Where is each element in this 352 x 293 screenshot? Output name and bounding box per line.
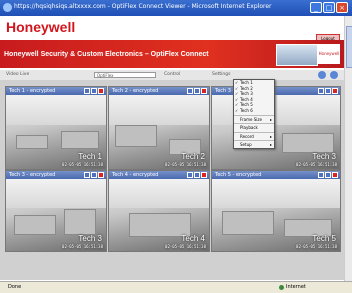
scrollbar-thumb[interactable] xyxy=(346,26,352,68)
camera-timestamp: 02-05-05 16:51:38 xyxy=(62,162,103,167)
camera-tile-2[interactable]: Tech 2 - encrypted Tech 2 02-05-05 16:51… xyxy=(108,86,210,170)
next-arrow-icon[interactable] xyxy=(330,71,338,79)
vertical-scrollbar[interactable] xyxy=(344,16,352,281)
tile-close-icon[interactable] xyxy=(332,172,338,178)
camera-timestamp: 02-05-05 16:51:38 xyxy=(62,244,103,249)
banner-photo xyxy=(276,44,318,66)
menu-divider xyxy=(234,114,274,116)
close-button[interactable]: × xyxy=(336,2,348,13)
camera-timestamp: 02-05-05 16:51:38 xyxy=(296,162,337,167)
menu-item-camera[interactable]: ✓ Tech 6 xyxy=(234,108,274,114)
prev-arrow-icon[interactable] xyxy=(318,71,326,79)
internet-zone-icon xyxy=(279,285,284,290)
tile-minimize-icon[interactable] xyxy=(84,88,90,94)
tile-close-icon[interactable] xyxy=(332,88,338,94)
menu-item-record[interactable]: Record ▸ xyxy=(234,134,274,140)
camera-tile-4[interactable]: Tech 3 - encrypted Tech 3 02-05-05 16:51… xyxy=(5,170,107,252)
window-title: https://hqsiqhsiqs.altxxxx.com - OptiFle… xyxy=(14,3,272,10)
submenu-arrow-icon: ▸ xyxy=(269,142,272,148)
page-title: Honeywell Security & Custom Electronics … xyxy=(4,51,209,58)
site-select[interactable]: OptiFlex xyxy=(94,72,156,78)
camera-feed: Tech 2 02-05-05 16:51:38 xyxy=(109,95,209,169)
camera-name: Tech 2 xyxy=(181,152,205,161)
tile-maximize-icon[interactable] xyxy=(325,88,331,94)
camera-feed: Tech 5 02-05-05 16:51:38 xyxy=(212,179,340,251)
brand-badge: Honeywell xyxy=(318,44,340,64)
tile-maximize-icon[interactable] xyxy=(194,172,200,178)
tile-close-icon[interactable] xyxy=(201,172,207,178)
menu-divider xyxy=(234,140,274,142)
menu-divider xyxy=(234,123,274,125)
viewer-toolbar: Video Live OptiFlex Control Settings xyxy=(0,70,344,80)
camera-name: Tech 3 xyxy=(312,152,336,161)
tile-maximize-icon[interactable] xyxy=(325,172,331,178)
browser-titlebar: https://hqsiqhsiqs.altxxxx.com - OptiFle… xyxy=(0,0,352,16)
camera-tile-6[interactable]: Tech 5 - encrypted Tech 5 02-05-05 16:51… xyxy=(211,170,341,252)
camera-name: Tech 5 xyxy=(312,234,336,243)
toolbar-label-settings[interactable]: Settings xyxy=(212,72,230,77)
toolbar-label-control[interactable]: Control xyxy=(164,72,180,77)
check-icon: ✓ xyxy=(235,107,239,113)
camera-name: Tech 1 xyxy=(78,152,102,161)
honeywell-logo: Honeywell xyxy=(6,19,76,35)
camera-name: Tech 4 xyxy=(181,234,205,243)
tile-minimize-icon[interactable] xyxy=(318,88,324,94)
camera-timestamp: 02-05-05 16:51:38 xyxy=(296,244,337,249)
camera-feed: Tech 3 02-05-05 16:51:38 xyxy=(212,95,340,169)
tile-maximize-icon[interactable] xyxy=(91,88,97,94)
camera-name: Tech 3 xyxy=(78,234,102,243)
camera-feed: Tech 4 02-05-05 16:51:38 xyxy=(109,179,209,251)
menu-item-frame-size[interactable]: Frame Size ▸ xyxy=(234,117,274,123)
ie-icon xyxy=(3,3,12,12)
maximize-button[interactable]: □ xyxy=(323,2,335,13)
tile-minimize-icon[interactable] xyxy=(187,172,193,178)
camera-timestamp: 02-05-05 16:51:38 xyxy=(165,162,206,167)
camera-tile-5[interactable]: Tech 4 - encrypted Tech 4 02-05-05 16:51… xyxy=(108,170,210,252)
tile-close-icon[interactable] xyxy=(98,88,104,94)
tile-maximize-icon[interactable] xyxy=(194,88,200,94)
menu-divider xyxy=(234,131,274,133)
toolbar-label-video: Video Live xyxy=(6,72,30,77)
tile-minimize-icon[interactable] xyxy=(84,172,90,178)
status-text: Done xyxy=(8,284,22,290)
tile-close-icon[interactable] xyxy=(98,172,104,178)
page-banner: Honeywell Security & Custom Electronics … xyxy=(0,40,344,68)
camera-tile-1[interactable]: Tech 1 - encrypted Tech 1 02-05-05 16:51… xyxy=(5,86,107,170)
tile-maximize-icon[interactable] xyxy=(91,172,97,178)
menu-item-setup[interactable]: Setup ▸ xyxy=(234,142,274,148)
logo-bar: Honeywell Logout xyxy=(0,16,344,43)
submenu-arrow-icon: ▸ xyxy=(269,116,272,122)
camera-tile-3[interactable]: Tech 3 - encrypted Tech 3 02-05-05 16:51… xyxy=(211,86,341,170)
browser-statusbar: Done Internet xyxy=(0,281,352,293)
submenu-arrow-icon: ▸ xyxy=(269,133,272,139)
minimize-button[interactable]: _ xyxy=(310,2,322,13)
camera-feed: Tech 1 02-05-05 16:51:38 xyxy=(6,95,106,169)
security-zone: Internet xyxy=(286,284,306,290)
tile-minimize-icon[interactable] xyxy=(318,172,324,178)
camera-timestamp: 02-05-05 16:51:38 xyxy=(165,244,206,249)
camera-feed: Tech 3 02-05-05 16:51:38 xyxy=(6,179,106,251)
menu-item-playback[interactable]: Playback xyxy=(234,125,274,131)
tile-close-icon[interactable] xyxy=(201,88,207,94)
camera-context-menu: ✓ Tech 1 ✓ Tech 2 ✓ Tech 3 ✓ Tech 4 ✓ Tech 5 … xyxy=(233,79,275,149)
tile-minimize-icon[interactable] xyxy=(187,88,193,94)
